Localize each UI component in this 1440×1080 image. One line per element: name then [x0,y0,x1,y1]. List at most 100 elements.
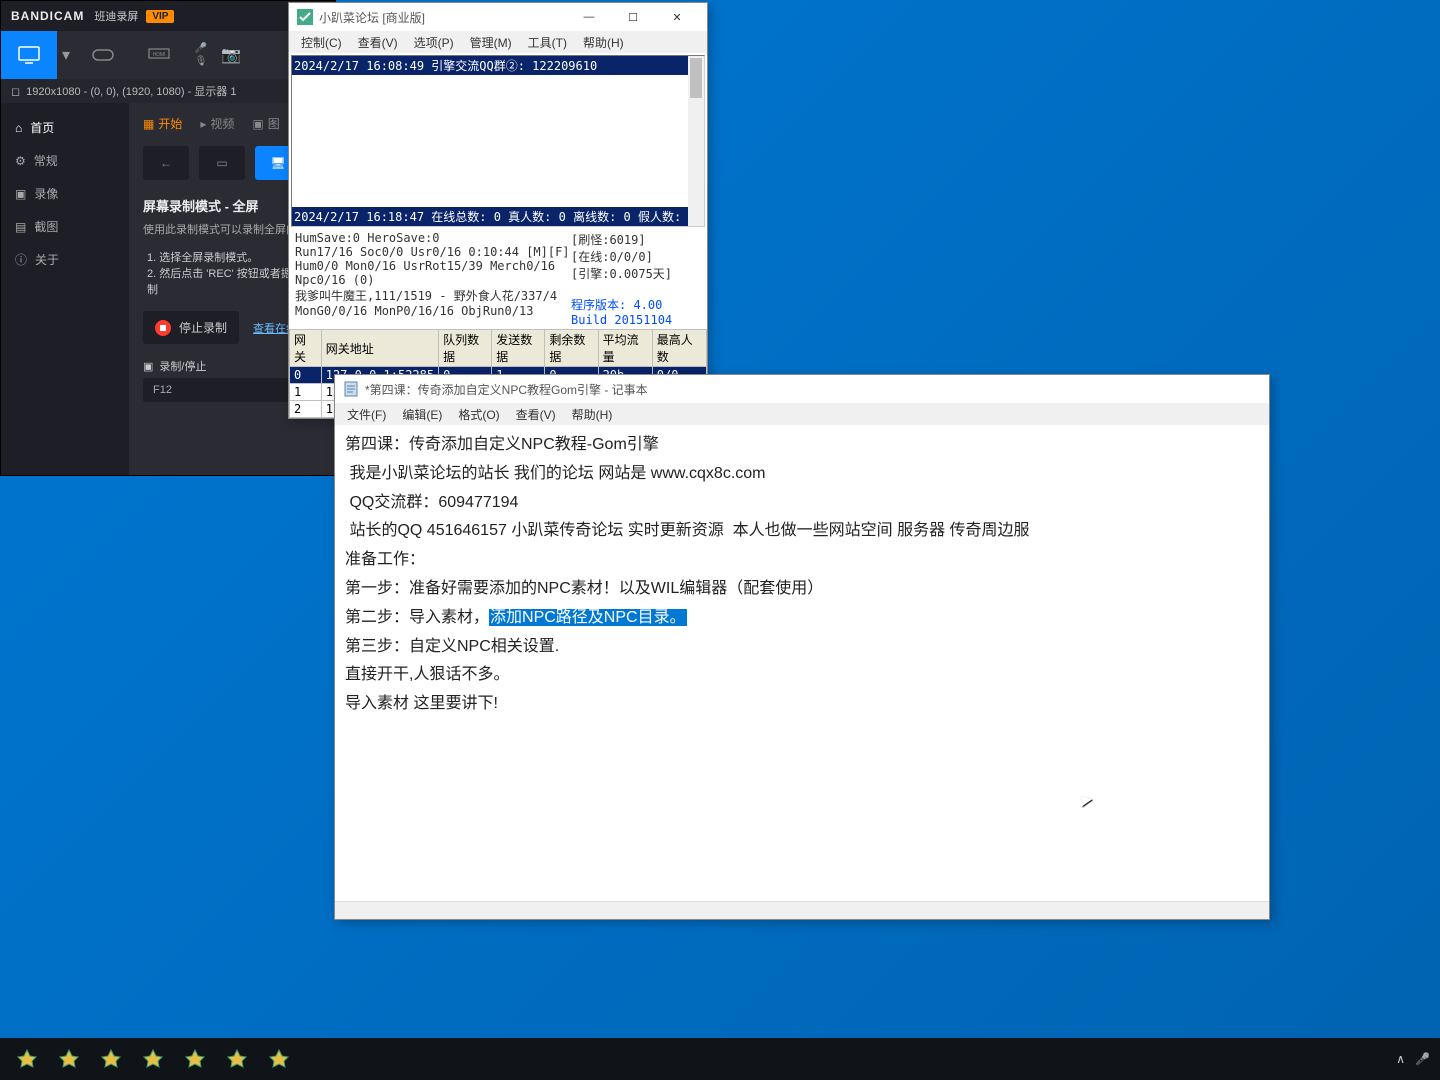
table-cell: 2 [290,401,322,418]
menu-manage[interactable]: 管理(M) [462,32,520,53]
mode-screen-button[interactable] [1,31,57,79]
gsrv-stats: HumSave:0 HeroSave:0 Run17/16 Soc0/0 Usr… [289,229,707,329]
taskbar-item[interactable] [132,1038,174,1080]
mode-game-button[interactable] [75,31,131,79]
log-line-top: 2024/2/17 16:08:49 引擎交流QQ群②: 122209610 [292,56,704,75]
col-addr[interactable]: 网关地址 [321,330,438,367]
tab-label: 视频 [210,115,234,132]
menu-help[interactable]: 帮助(H) [575,32,632,53]
tab-video[interactable]: ▸ 视频 [200,115,234,132]
sidebar-item-label: 常规 [34,152,58,169]
bcam-sidebar: ⌂首页 ⚙常规 ▣录像 ▤截图 ⓘ关于 BANDICUT ↗ [1,103,129,475]
taskbar-item[interactable] [258,1038,300,1080]
version-text: 程序版本: 4.00 Build 20151104 [571,296,701,327]
npad-titlebar[interactable]: *第四课：传奇添加自定义NPC教程Gom引擎 - 记事本 [335,375,1269,403]
sidebar-item-about[interactable]: ⓘ 关于 [1,243,129,276]
gsrv-log-scrollbar[interactable] [688,56,704,226]
text-line: 导入素材 这里要讲下! [345,690,1259,719]
bandicam-window: BANDICAM 班迪录屏 VIP ▾ HDMI 🎤 🎙 📷 00 0 by ◻… [0,0,336,476]
rec-label-text: 录制/停止 [159,358,206,374]
menu-control[interactable]: 控制(C) [293,32,350,53]
svg-text:HDMI: HDMI [153,52,166,58]
tab-start[interactable]: ▦ 开始 [143,115,182,132]
gsrv-log[interactable]: 2024/2/17 16:08:49 引擎交流QQ群②: 122209610 2… [291,55,705,227]
text-line: 第二步：导入素材，添加NPC路径及NPC目录。 [345,604,1259,633]
info-icon: ⓘ [15,251,27,268]
col-queue[interactable]: 队列数据 [439,330,492,367]
taskbar-item[interactable] [6,1038,48,1080]
sidebar-item-label: 首页 [30,119,54,136]
capture-region-info[interactable]: ◻ 1920x1080 - (0, 0), (1920, 1080) - 显示器… [1,79,335,103]
taskbar-item[interactable] [48,1038,90,1080]
tab-image[interactable]: ▣ 图 [252,115,279,132]
notepad-window: *第四课：传奇添加自定义NPC教程Gom引擎 - 记事本 文件(F) 编辑(E)… [334,374,1270,920]
mode-webcam-button[interactable]: 📷 [215,31,247,79]
bcam-titlebar[interactable]: BANDICAM 班迪录屏 VIP [1,1,335,31]
stat-right: [刷怪:6019] [571,231,701,248]
sidebar-item-video[interactable]: ▣录像 [1,177,129,210]
mode-rect-button[interactable]: ▭ [199,146,245,180]
text-line: 第一步：准备好需要添加的NPC素材！以及WIL编辑器（配套使用） [345,575,1259,604]
system-tray: ∧ 🎤 [1396,1052,1434,1066]
log-line-bottom: 2024/2/17 16:18:47 在线总数: 0 真人数: 0 离线数: 0… [292,207,688,226]
tray-chevron-icon[interactable]: ∧ [1396,1052,1405,1066]
npad-menubar: 文件(F) 编辑(E) 格式(O) 查看(V) 帮助(H) [335,403,1269,425]
sidebar-item-image[interactable]: ▤截图 [1,210,129,243]
col-avg[interactable]: 平均流量 [598,330,652,367]
sidebar-item-label: 截图 [34,218,58,235]
stop-icon [155,320,171,336]
tab-label: 图 [268,115,280,132]
nav-back-button[interactable]: ← [143,146,189,180]
table-cell: 1 [290,384,322,401]
menu-view[interactable]: 查看(V) [508,404,564,425]
mode-mic-button[interactable]: 🎤 🎙 [187,31,215,79]
sidebar-item-general[interactable]: ⚙ 常规 [1,144,129,177]
bandicam-brand-cn: 班迪录屏 [94,8,138,24]
mode-screen-dropdown[interactable]: ▾ [57,31,75,79]
menu-format[interactable]: 格式(O) [450,404,507,425]
menu-options[interactable]: 选项(P) [406,32,462,53]
col-max[interactable]: 最高人数 [652,330,706,367]
mode-device-button[interactable]: HDMI [131,31,187,79]
rectangle-icon: ▭ [216,156,227,170]
select-region-icon: ◻ [11,85,20,98]
taskbar-item[interactable] [90,1038,132,1080]
table-cell: 0 [290,367,322,384]
maximize-button[interactable]: ☐ [611,3,655,31]
sidebar-item-label: 关于 [35,251,59,268]
gsrv-app-icon [297,9,313,25]
video-icon: ▣ [15,187,26,201]
hdmi-icon: HDMI [148,48,170,62]
scrollbar-thumb[interactable] [690,58,702,98]
gear-icon: ⚙ [15,154,26,168]
close-button[interactable]: ✕ [655,3,699,31]
tab-label: 开始 [158,115,182,132]
col-remain[interactable]: 剩余数据 [545,330,598,367]
gsrv-title: 小趴菜论坛 [商业版] [319,9,425,26]
menu-edit[interactable]: 编辑(E) [394,404,450,425]
npad-textarea[interactable]: 第四课：传奇添加自定义NPC教程-Gom引擎 我是小趴菜论坛的站长 我们的论坛 … [335,425,1269,893]
text-line: 第四课：传奇添加自定义NPC教程-Gom引擎 [345,431,1259,460]
stat-line: Run17/16 Soc0/0 Usr0/16 0:10:44 [M][F] [295,245,571,259]
menu-file[interactable]: 文件(F) [339,404,394,425]
selected-text: 添加NPC路径及NPC目录。 [489,609,687,626]
col-gateway[interactable]: 网关 [290,330,322,367]
menu-view[interactable]: 查看(V) [350,32,406,53]
monitor-icon: 🖥 [270,156,285,170]
menu-tools[interactable]: 工具(T) [520,32,575,53]
gsrv-titlebar[interactable]: 小趴菜论坛 [商业版] — ☐ ✕ [289,3,707,31]
text-line: 我是小趴菜论坛的站长 我们的论坛 网站是 www.cqx8c.com [345,460,1259,489]
stat-line: HumSave:0 HeroSave:0 [295,231,571,245]
npad-hscrollbar[interactable] [335,901,1269,919]
game-server-window: 小趴菜论坛 [商业版] — ☐ ✕ 控制(C) 查看(V) 选项(P) 管理(M… [288,2,708,419]
sidebar-item-home[interactable]: ⌂首页 [1,111,129,144]
menu-help[interactable]: 帮助(H) [564,404,621,425]
taskbar-item[interactable] [216,1038,258,1080]
minimize-button[interactable]: — [567,3,611,31]
stat-right: [在线:0/0/0] [571,248,701,265]
npad-title: *第四课：传奇添加自定义NPC教程Gom引擎 - 记事本 [365,381,648,398]
tray-mic-icon[interactable]: 🎤 [1415,1052,1430,1066]
col-send[interactable]: 发送数据 [492,330,545,367]
taskbar-item[interactable] [174,1038,216,1080]
stop-record-button[interactable]: 停止录制 [143,311,239,344]
